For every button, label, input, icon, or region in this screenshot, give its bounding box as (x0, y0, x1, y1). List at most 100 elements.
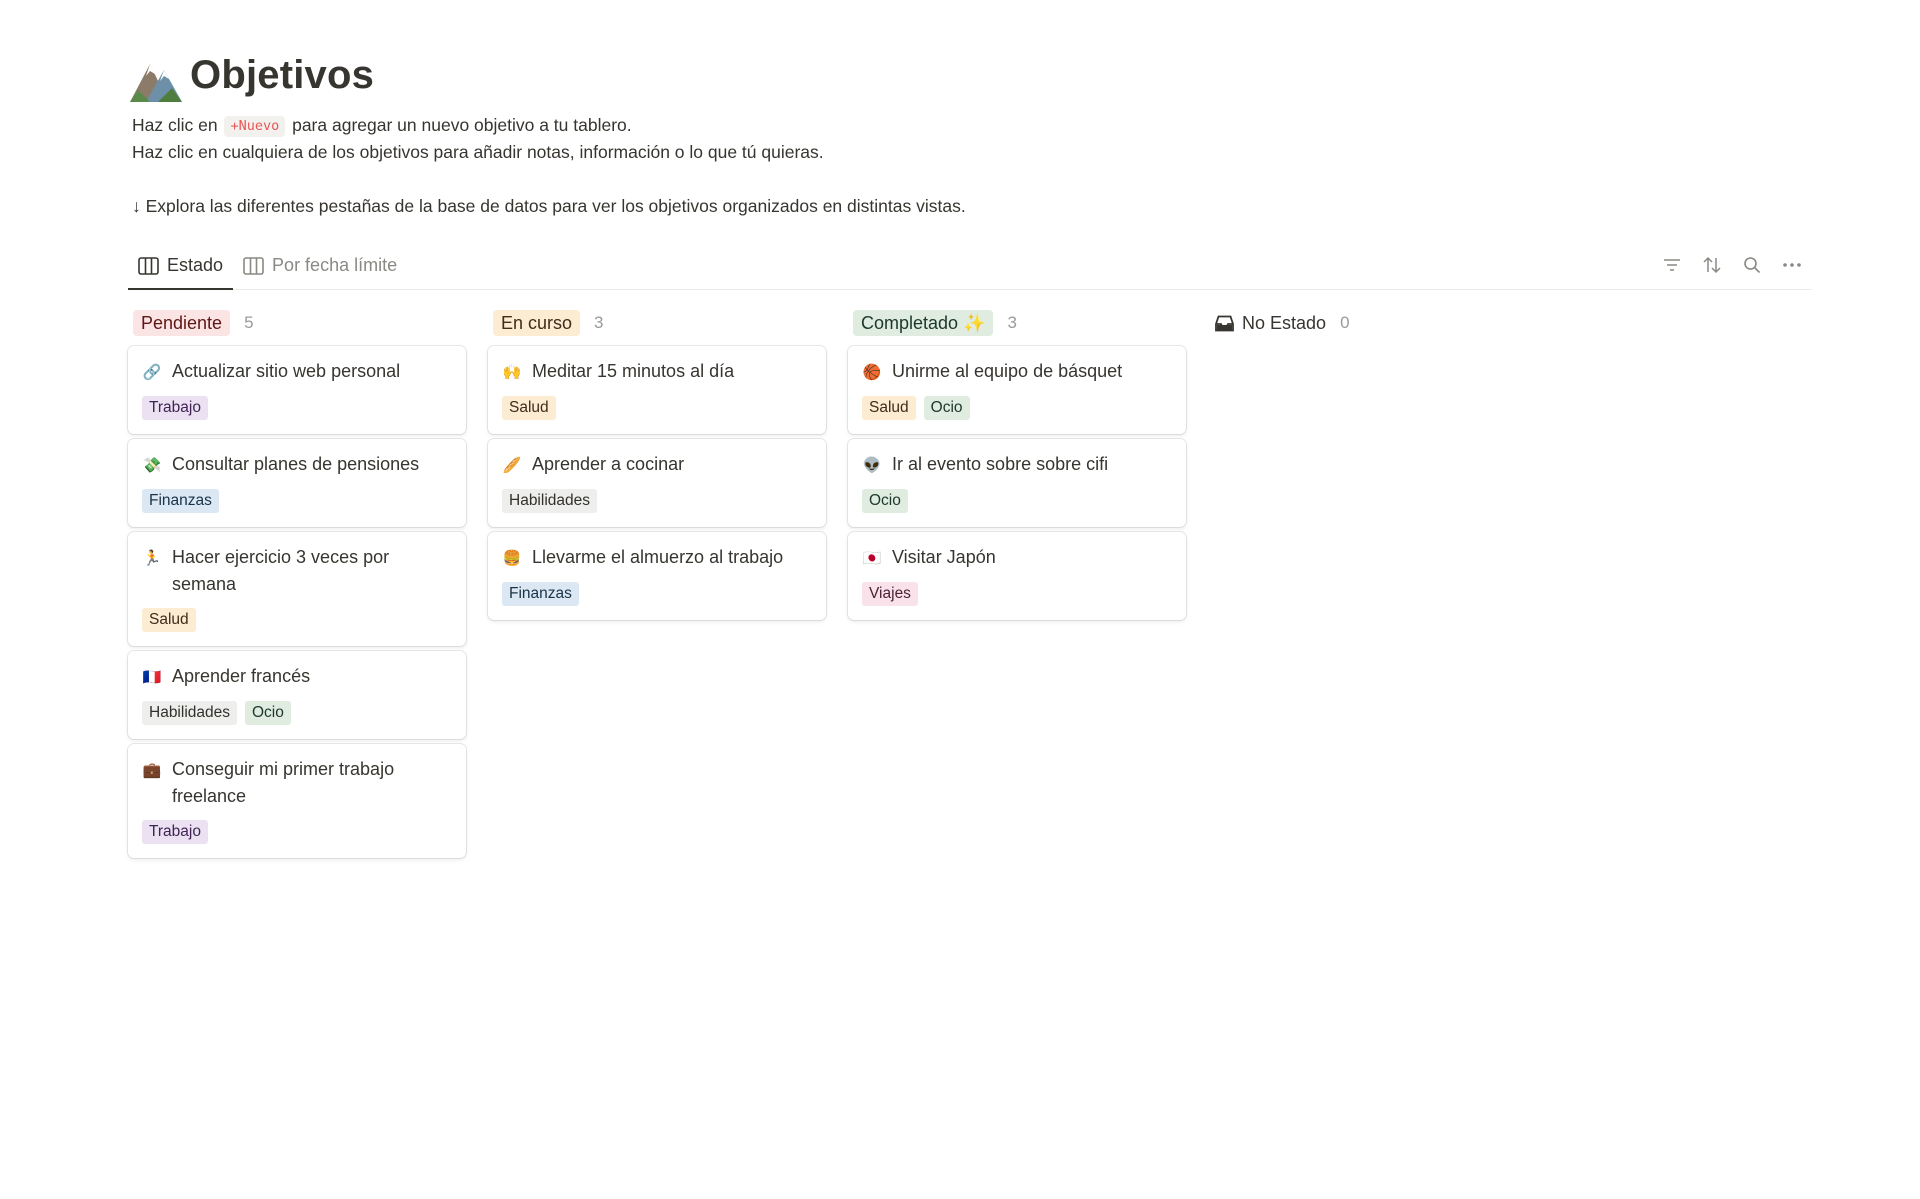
page: Objetivos Haz clic en +Nuevo para agrega… (0, 0, 1920, 1199)
tag: Finanzas (502, 582, 579, 606)
column-header: Completado ✨ 3 (848, 306, 1186, 340)
column-count: 3 (594, 313, 604, 332)
description-text: para agregar un nuevo objetivo a tu tabl… (287, 115, 632, 135)
card-emoji-icon: 🔗 (142, 364, 162, 381)
tab-por-fecha-limite[interactable]: Por fecha límite (233, 242, 407, 289)
mountain-icon (130, 64, 182, 102)
tag: Salud (862, 396, 916, 420)
card-emoji-icon: 🍔 (502, 550, 522, 567)
card-emoji-icon: 💸 (142, 457, 162, 474)
goal-card[interactable]: 💸 Consultar planes de pensiones Finanzas (128, 439, 466, 527)
card-title: Aprender a cocinar (532, 454, 685, 474)
page-title: Objetivos (190, 53, 375, 97)
status-badge: Completado ✨ (853, 310, 994, 336)
card-emoji-icon: 🥖 (502, 457, 522, 474)
card-title-row: 🥖 Aprender a cocinar (502, 451, 812, 479)
card-tags: Habilidades (502, 489, 812, 513)
search-icon (1744, 257, 1761, 274)
column-2: Completado ✨ 3 🏀 Unirme al equipo de básque… (848, 306, 1186, 863)
card-title-row: 🏃 Hacer ejercicio 3 veces por semana (142, 544, 452, 598)
tab-label: Estado (167, 255, 224, 275)
goal-card[interactable]: 🇯🇵 Visitar Japón Viajes (848, 532, 1186, 620)
card-title: Llevarme el almuerzo al trabajo (532, 547, 784, 567)
description-line-1: Haz clic en +Nuevo para agregar un nuevo… (132, 112, 1812, 139)
column-count: 5 (244, 313, 254, 332)
card-title: Visitar Japón (892, 547, 996, 567)
view-toolbar: Estado Por fecha límite (128, 242, 1812, 290)
card-title: Conseguir mi primer trabajo freelance (172, 759, 395, 806)
page-description: Haz clic en +Nuevo para agregar un nuevo… (132, 112, 1812, 220)
tag: Finanzas (142, 489, 219, 513)
sort-button[interactable] (1702, 255, 1722, 275)
view-tools (1662, 242, 1812, 288)
sort-icon (1703, 256, 1721, 274)
board-view-icon (138, 256, 159, 275)
status-badge: Pendiente (133, 310, 231, 336)
card-title-row: 💼 Conseguir mi primer trabajo freelance (142, 756, 452, 810)
card-title: Meditar 15 minutos al día (532, 361, 735, 381)
card-emoji-icon: 💼 (142, 762, 162, 779)
goal-card[interactable]: 👽 Ir al evento sobre sobre cifi Ocio (848, 439, 1186, 527)
column-count: 3 (1007, 313, 1017, 332)
goal-card[interactable]: 🏀 Unirme al equipo de básquet Salud Ocio (848, 346, 1186, 434)
card-title-row: 👽 Ir al evento sobre sobre cifi (862, 451, 1172, 479)
goal-card[interactable]: 🍔 Llevarme el almuerzo al trabajo Finanzas (488, 532, 826, 620)
card-emoji-icon: 🙌 (502, 364, 522, 381)
page-header: Objetivos Haz clic en +Nuevo para agrega… (128, 0, 1812, 220)
card-tags: Ocio (862, 489, 1172, 513)
card-tags: Viajes (862, 582, 1172, 606)
more-options-button[interactable] (1782, 255, 1802, 275)
card-emoji-icon: 👽 (862, 457, 882, 474)
column-1: En curso 3 🙌 Meditar 15 minutos al día Salud… (488, 306, 826, 863)
board-view-icon (243, 256, 264, 275)
card-title-row: 🏀 Unirme al equipo de básquet (862, 358, 1172, 386)
goal-card[interactable]: 🇫🇷 Aprender francés Habilidades Ocio (128, 651, 466, 739)
card-tags: Finanzas (142, 489, 452, 513)
card-title: Actualizar sitio web personal (172, 361, 401, 381)
card-tags: Salud Ocio (862, 396, 1172, 420)
tab-estado[interactable]: Estado (128, 242, 234, 290)
column-0: Pendiente 5 🔗 Actualizar sitio web personal… (128, 306, 466, 863)
card-title-row: 🔗 Actualizar sitio web personal (142, 358, 452, 386)
card-title-row: 🍔 Llevarme el almuerzo al trabajo (502, 544, 812, 572)
tag: Trabajo (142, 820, 208, 844)
no-state-label: No Estado (1213, 313, 1326, 334)
more-icon (1783, 263, 1801, 267)
tab-label: Por fecha límite (272, 255, 398, 275)
tag: Salud (502, 396, 556, 420)
card-title: Unirme al equipo de básquet (892, 361, 1123, 381)
card-tags: Habilidades Ocio (142, 701, 452, 725)
column-no-estado: No Estado 0 (1208, 306, 1546, 863)
description-line-2: Haz clic en cualquiera de los objetivos … (132, 142, 824, 162)
card-emoji-icon: 🏀 (862, 364, 882, 381)
status-badge: En curso (493, 310, 581, 336)
goal-card[interactable]: 🙌 Meditar 15 minutos al día Salud (488, 346, 826, 434)
search-button[interactable] (1742, 255, 1762, 275)
card-title: Hacer ejercicio 3 veces por semana (172, 547, 390, 594)
tag: Viajes (862, 582, 918, 606)
description-line-3: ↓ Explora las diferentes pestañas de la … (132, 196, 966, 216)
card-title: Aprender francés (172, 666, 311, 686)
card-title-row: 💸 Consultar planes de pensiones (142, 451, 452, 479)
goal-card[interactable]: 🏃 Hacer ejercicio 3 veces por semana Salud (128, 532, 466, 646)
column-count: 0 (1340, 313, 1350, 332)
column-header: No Estado 0 (1208, 306, 1546, 340)
new-code-chip: +Nuevo (224, 116, 286, 137)
card-title-row: 🇫🇷 Aprender francés (142, 663, 452, 691)
filter-button[interactable] (1662, 255, 1682, 275)
title-row: Objetivos (128, 48, 1812, 102)
tag: Salud (142, 608, 196, 632)
card-title-row: 🇯🇵 Visitar Japón (862, 544, 1172, 572)
goal-card[interactable]: 🥖 Aprender a cocinar Habilidades (488, 439, 826, 527)
card-title: Consultar planes de pensiones (172, 454, 420, 474)
card-emoji-icon: 🏃 (142, 550, 162, 567)
card-title: Ir al evento sobre sobre cifi (892, 454, 1109, 474)
goal-card[interactable]: 💼 Conseguir mi primer trabajo freelance Tr… (128, 744, 466, 858)
column-header: Pendiente 5 (128, 306, 466, 340)
goal-card[interactable]: 🔗 Actualizar sitio web personal Trabajo (128, 346, 466, 434)
column-title: No Estado (1242, 312, 1327, 333)
tag: Trabajo (142, 396, 208, 420)
card-title-row: 🙌 Meditar 15 minutos al día (502, 358, 812, 386)
inbox-icon (1215, 315, 1234, 331)
